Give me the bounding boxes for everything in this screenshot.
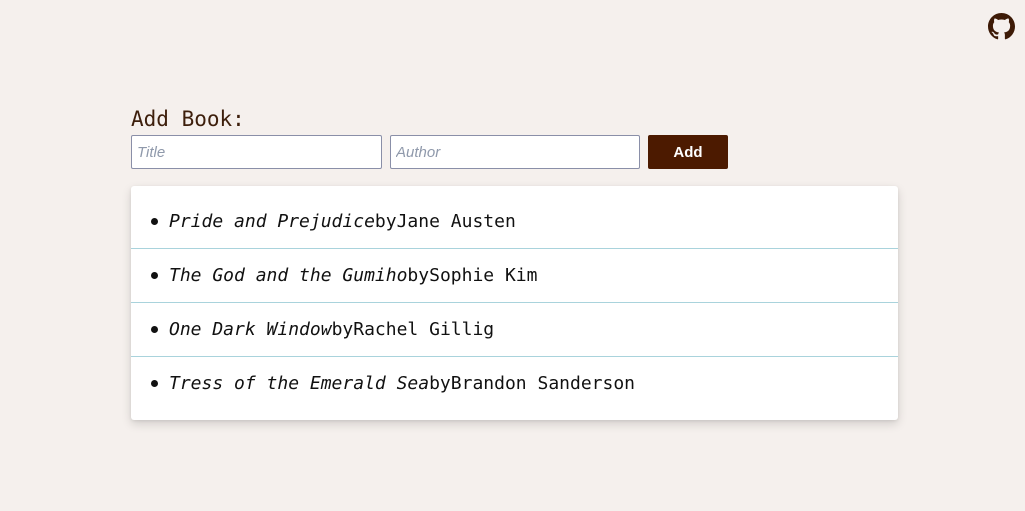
book-title: One Dark Window: [169, 319, 332, 340]
bullet-icon: [151, 218, 158, 225]
github-link[interactable]: [988, 13, 1015, 40]
book-list: Pride and Prejudice by Jane Austen The G…: [131, 195, 898, 410]
title-input[interactable]: [131, 135, 382, 169]
bullet-icon: [151, 272, 158, 279]
book-title: The God and the Gumiho: [169, 265, 408, 286]
book-author: Sophie Kim: [429, 265, 538, 286]
book-by: by: [407, 265, 430, 286]
book-list-item: The God and the Gumiho by Sophie Kim: [131, 249, 898, 303]
add-book-section: Add Book: Add: [131, 105, 728, 169]
add-button[interactable]: Add: [648, 135, 728, 169]
book-by: by: [429, 373, 451, 394]
book-author: Jane Austen: [396, 211, 516, 232]
book-by: by: [374, 211, 397, 232]
book-author: Rachel Gillig: [353, 319, 495, 340]
author-input[interactable]: [390, 135, 640, 169]
github-icon: [988, 13, 1015, 40]
bullet-icon: [151, 380, 158, 387]
book-by: by: [331, 319, 354, 340]
book-list-card: Pride and Prejudice by Jane Austen The G…: [131, 186, 898, 420]
bullet-icon: [151, 326, 158, 333]
book-list-item: Tress of the Emerald Sea by Brandon Sand…: [131, 357, 898, 410]
book-list-item: Pride and Prejudice by Jane Austen: [131, 195, 898, 249]
book-author: Brandon Sanderson: [450, 373, 636, 394]
book-list-item: One Dark Window by Rachel Gillig: [131, 303, 898, 357]
add-book-form: Add: [131, 135, 728, 169]
book-title: Tress of the Emerald Sea: [169, 373, 430, 394]
book-title: Pride and Prejudice: [169, 211, 375, 232]
add-book-heading: Add Book:: [131, 107, 245, 131]
